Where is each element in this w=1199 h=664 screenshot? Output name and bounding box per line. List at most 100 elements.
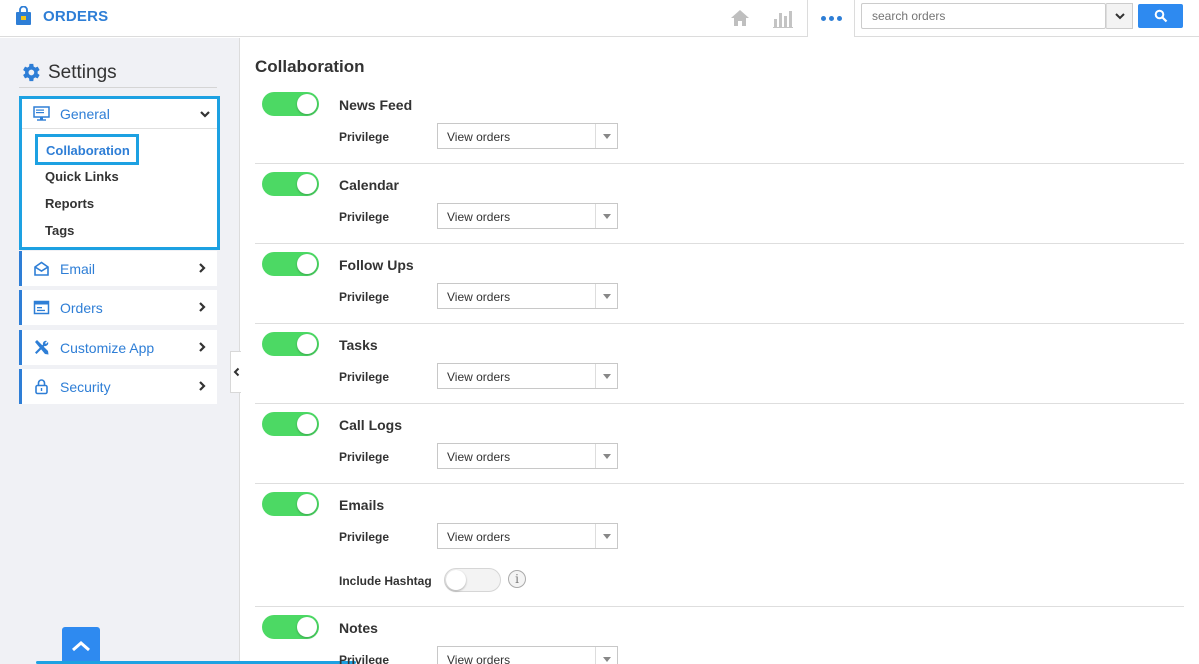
orders-icon — [33, 300, 50, 315]
feature-name: Emails — [339, 497, 385, 513]
email-icon — [34, 261, 49, 276]
tools-icon — [35, 340, 49, 355]
sidebar-item-label: Security — [60, 378, 111, 395]
settings-title: Settings — [48, 61, 117, 83]
privilege-label: Privilege — [339, 530, 390, 544]
shopping-bag-icon — [16, 6, 31, 25]
feature-toggle[interactable] — [262, 92, 319, 116]
sidebar: Settings General Collaboration Quick Lin… — [0, 38, 240, 664]
sidebar-item-label: Email — [60, 260, 96, 277]
feature-toggle[interactable] — [262, 492, 319, 516]
sidebar-item-security[interactable]: Security — [19, 369, 217, 404]
privilege-select[interactable]: View orders — [437, 523, 618, 549]
privilege-label: Privilege — [339, 210, 390, 224]
top-bar: ORDERS — [0, 0, 1199, 37]
chevron-left-icon — [233, 367, 239, 377]
sidebar-subitem-label: Collaboration — [46, 143, 130, 158]
privilege-label: Privilege — [339, 290, 390, 304]
sidebar-group-general: General Collaboration Quick Links Report… — [19, 96, 220, 250]
chevron-right-icon — [199, 263, 206, 273]
feature-name: News Feed — [339, 97, 413, 113]
privilege-value: View orders — [447, 210, 511, 224]
monitor-icon — [33, 106, 50, 121]
feature-name: Tasks — [339, 337, 378, 353]
scroll-to-top-button[interactable] — [62, 627, 100, 664]
privilege-select[interactable]: View orders — [437, 123, 618, 149]
search-button[interactable] — [1138, 4, 1183, 28]
feature-toggle[interactable] — [262, 252, 319, 276]
feature-name: Follow Ups — [339, 257, 414, 273]
privilege-select[interactable]: View orders — [437, 646, 618, 664]
search-input[interactable] — [861, 3, 1106, 29]
chevron-down-icon — [200, 111, 210, 118]
feature-toggle[interactable] — [262, 412, 319, 436]
sidebar-collapse-button[interactable] — [230, 351, 241, 393]
feature-tasks: Tasks Privilege View orders — [255, 332, 1184, 404]
lock-icon — [35, 379, 48, 395]
main-content: Collaboration News Feed Privilege View o… — [241, 38, 1199, 664]
feature-name: Notes — [339, 620, 378, 636]
privilege-value: View orders — [447, 290, 511, 304]
feature-name: Calendar — [339, 177, 399, 193]
privilege-select[interactable]: View orders — [437, 443, 618, 469]
privilege-value: View orders — [447, 653, 511, 664]
feature-name: Call Logs — [339, 417, 403, 433]
sidebar-item-label: Orders — [60, 299, 103, 316]
privilege-select[interactable]: View orders — [437, 203, 618, 229]
caret-down-icon — [595, 524, 617, 548]
chevron-right-icon — [199, 342, 206, 352]
caret-down-icon — [595, 204, 617, 228]
page-title: Collaboration — [255, 57, 365, 76]
caret-down-icon — [595, 444, 617, 468]
search-filter-dropdown[interactable] — [1106, 3, 1133, 29]
privilege-label: Privilege — [339, 450, 390, 464]
settings-header: Settings — [19, 58, 217, 88]
gear-icon — [23, 63, 40, 82]
privilege-value: View orders — [447, 450, 511, 464]
sidebar-item-orders[interactable]: Orders — [19, 290, 217, 325]
feature-toggle[interactable] — [262, 172, 319, 196]
feature-follow-ups: Follow Ups Privilege View orders — [255, 252, 1184, 324]
privilege-label: Privilege — [339, 370, 390, 384]
sidebar-item-customize-app[interactable]: Customize App — [19, 330, 217, 365]
sidebar-subitem-quick-links[interactable]: Quick Links — [45, 169, 119, 184]
sidebar-subitem-collaboration[interactable]: Collaboration — [35, 134, 139, 165]
bar-chart-icon[interactable] — [772, 7, 794, 29]
include-hashtag-label: Include Hashtag — [339, 574, 432, 588]
caret-down-icon — [595, 647, 617, 664]
feature-notes: Notes Privilege View orders — [255, 615, 1184, 664]
privilege-value: View orders — [447, 370, 511, 384]
chevron-up-icon — [72, 640, 90, 651]
home-icon[interactable] — [729, 7, 751, 29]
feature-call-logs: Call Logs Privilege View orders — [255, 412, 1184, 484]
privilege-select[interactable]: View orders — [437, 283, 618, 309]
caret-down-icon — [595, 124, 617, 148]
feature-toggle[interactable] — [262, 332, 319, 356]
sidebar-item-general[interactable]: General — [22, 99, 217, 129]
privilege-value: View orders — [447, 530, 511, 544]
privilege-label: Privilege — [339, 130, 390, 144]
sidebar-item-label: Customize App — [60, 339, 155, 356]
feature-calendar: Calendar Privilege View orders — [255, 172, 1184, 244]
privilege-select[interactable]: View orders — [437, 363, 618, 389]
brand[interactable]: ORDERS — [15, 6, 108, 26]
include-hashtag-toggle[interactable] — [444, 568, 501, 592]
privilege-value: View orders — [447, 130, 511, 144]
sidebar-subitem-tags[interactable]: Tags — [45, 223, 74, 238]
more-dots-icon[interactable] — [807, 0, 855, 37]
caret-down-icon — [595, 284, 617, 308]
feature-toggle[interactable] — [262, 615, 319, 639]
info-icon[interactable]: i — [508, 570, 526, 588]
sidebar-item-label: General — [60, 105, 110, 122]
sidebar-item-email[interactable]: Email — [19, 251, 217, 286]
chevron-down-icon — [1114, 13, 1125, 20]
feature-emails: Emails Privilege View orders Include Has… — [255, 492, 1184, 607]
chevron-right-icon — [199, 381, 206, 391]
privilege-label: Privilege — [339, 653, 390, 664]
app-title: ORDERS — [43, 7, 109, 25]
feature-news-feed: News Feed Privilege View orders — [255, 92, 1184, 164]
sidebar-subitem-reports[interactable]: Reports — [45, 196, 94, 211]
chevron-right-icon — [199, 302, 206, 312]
caret-down-icon — [595, 364, 617, 388]
search-icon — [1154, 9, 1167, 23]
